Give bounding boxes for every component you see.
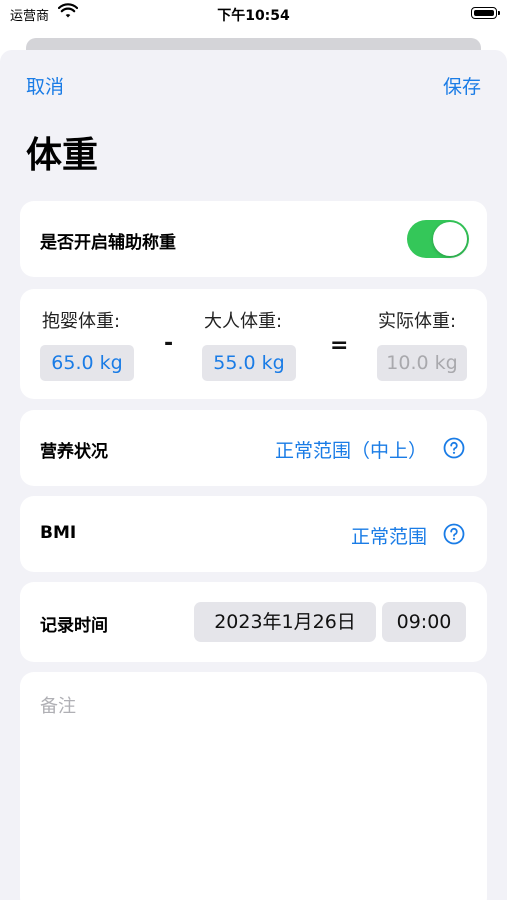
modal-sheet: 取消 保存 体重 是否开启辅助称重 抱婴体重: 65.0 kg - 大人体重: … xyxy=(0,50,507,912)
save-button[interactable]: 保存 xyxy=(443,72,481,99)
notes-card[interactable]: 备注 xyxy=(20,672,487,912)
bmi-label: BMI xyxy=(40,523,77,543)
battery-icon xyxy=(471,7,500,19)
page-title: 体重 xyxy=(26,135,99,176)
bmi-help-icon[interactable] xyxy=(443,523,465,549)
status-time: 下午10:54 xyxy=(217,8,290,24)
record-time-label: 记录时间 xyxy=(40,616,108,636)
equals-sign: = xyxy=(330,333,349,358)
adult-weight-field[interactable]: 55.0 kg xyxy=(202,345,296,381)
nutrition-card: 营养状况 正常范围（中上） xyxy=(20,410,487,486)
weight-calc-card: 抱婴体重: 65.0 kg - 大人体重: 55.0 kg = 实际体重: 10… xyxy=(20,289,487,399)
nutrition-label: 营养状况 xyxy=(40,442,108,462)
bmi-value: 正常范围 xyxy=(350,526,427,548)
nutrition-help-icon[interactable] xyxy=(443,437,465,463)
actual-weight-field: 10.0 kg xyxy=(377,345,467,381)
assist-weighing-card: 是否开启辅助称重 xyxy=(20,201,487,277)
hold-weight-field[interactable]: 65.0 kg xyxy=(40,345,134,381)
record-time-card: 记录时间 2023年1月26日 09:00 xyxy=(20,582,487,662)
toggle-knob xyxy=(433,222,467,256)
notes-input[interactable]: 备注 xyxy=(40,692,76,718)
actual-weight-label: 实际体重: xyxy=(378,311,457,332)
record-date-picker[interactable]: 2023年1月26日 xyxy=(194,602,376,642)
record-time-picker[interactable]: 09:00 xyxy=(382,602,466,642)
assist-weighing-toggle[interactable] xyxy=(407,220,469,258)
assist-weighing-label: 是否开启辅助称重 xyxy=(40,233,176,253)
cancel-button[interactable]: 取消 xyxy=(26,72,64,99)
nutrition-value: 正常范围（中上） xyxy=(274,440,427,462)
status-bar: 运营商 下午10:54 xyxy=(0,0,507,30)
hold-weight-label: 抱婴体重: xyxy=(42,311,121,332)
minus-sign: - xyxy=(164,331,174,356)
bmi-card: BMI 正常范围 xyxy=(20,496,487,572)
adult-weight-label: 大人体重: xyxy=(204,311,283,332)
